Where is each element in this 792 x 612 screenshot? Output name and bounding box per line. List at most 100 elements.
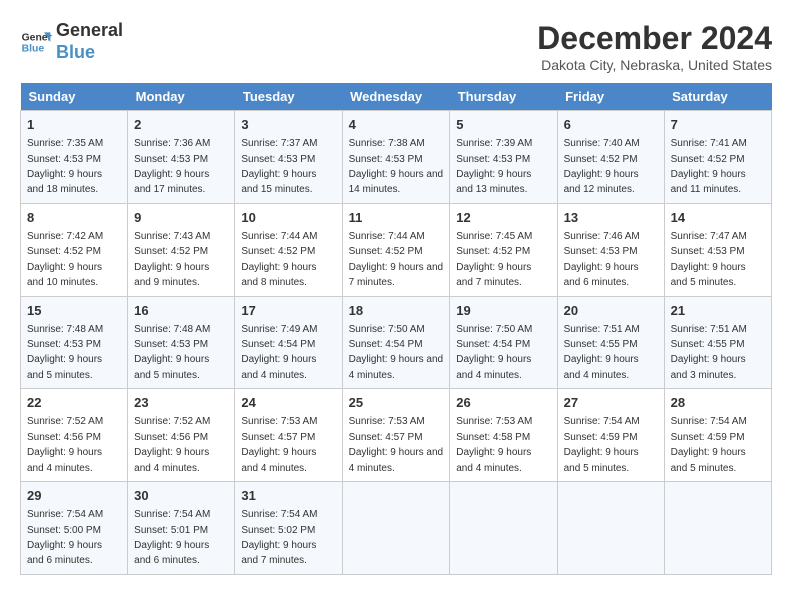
calendar-cell: 31 Sunrise: 7:54 AMSunset: 5:02 PMDaylig… — [235, 482, 342, 575]
calendar-cell: 3 Sunrise: 7:37 AMSunset: 4:53 PMDayligh… — [235, 111, 342, 204]
calendar-cell: 27 Sunrise: 7:54 AMSunset: 4:59 PMDaylig… — [557, 389, 664, 482]
location: Dakota City, Nebraska, United States — [537, 57, 772, 73]
calendar-cell: 9 Sunrise: 7:43 AMSunset: 4:52 PMDayligh… — [128, 203, 235, 296]
calendar-cell: 17 Sunrise: 7:49 AMSunset: 4:54 PMDaylig… — [235, 296, 342, 389]
day-number: 13 — [564, 209, 658, 227]
day-number: 23 — [134, 394, 228, 412]
logo-text: General Blue — [56, 20, 123, 63]
calendar-cell: 20 Sunrise: 7:51 AMSunset: 4:55 PMDaylig… — [557, 296, 664, 389]
day-info: Sunrise: 7:54 AMSunset: 5:02 PMDaylight:… — [241, 509, 317, 566]
calendar-cell: 24 Sunrise: 7:53 AMSunset: 4:57 PMDaylig… — [235, 389, 342, 482]
calendar-week-row: 15 Sunrise: 7:48 AMSunset: 4:53 PMDaylig… — [21, 296, 772, 389]
calendar-cell: 4 Sunrise: 7:38 AMSunset: 4:53 PMDayligh… — [342, 111, 450, 204]
calendar-cell: 6 Sunrise: 7:40 AMSunset: 4:52 PMDayligh… — [557, 111, 664, 204]
day-number: 21 — [671, 302, 765, 320]
calendar-cell: 26 Sunrise: 7:53 AMSunset: 4:58 PMDaylig… — [450, 389, 557, 482]
calendar-week-row: 22 Sunrise: 7:52 AMSunset: 4:56 PMDaylig… — [21, 389, 772, 482]
day-info: Sunrise: 7:48 AMSunset: 4:53 PMDaylight:… — [134, 324, 210, 381]
day-number: 31 — [241, 487, 335, 505]
calendar-cell: 28 Sunrise: 7:54 AMSunset: 4:59 PMDaylig… — [664, 389, 771, 482]
day-number: 25 — [349, 394, 444, 412]
calendar-header-row: SundayMondayTuesdayWednesdayThursdayFrid… — [21, 83, 772, 111]
day-number: 20 — [564, 302, 658, 320]
day-info: Sunrise: 7:46 AMSunset: 4:53 PMDaylight:… — [564, 231, 640, 288]
day-info: Sunrise: 7:41 AMSunset: 4:52 PMDaylight:… — [671, 138, 747, 195]
day-info: Sunrise: 7:38 AMSunset: 4:53 PMDaylight:… — [349, 138, 444, 195]
day-info: Sunrise: 7:51 AMSunset: 4:55 PMDaylight:… — [564, 324, 640, 381]
day-info: Sunrise: 7:39 AMSunset: 4:53 PMDaylight:… — [456, 138, 532, 195]
calendar-table: SundayMondayTuesdayWednesdayThursdayFrid… — [20, 83, 772, 575]
day-info: Sunrise: 7:44 AMSunset: 4:52 PMDaylight:… — [349, 231, 444, 288]
day-info: Sunrise: 7:48 AMSunset: 4:53 PMDaylight:… — [27, 324, 103, 381]
calendar-week-row: 29 Sunrise: 7:54 AMSunset: 5:00 PMDaylig… — [21, 482, 772, 575]
calendar-cell: 30 Sunrise: 7:54 AMSunset: 5:01 PMDaylig… — [128, 482, 235, 575]
calendar-week-row: 1 Sunrise: 7:35 AMSunset: 4:53 PMDayligh… — [21, 111, 772, 204]
col-header-wednesday: Wednesday — [342, 83, 450, 111]
day-number: 5 — [456, 116, 550, 134]
day-info: Sunrise: 7:35 AMSunset: 4:53 PMDaylight:… — [27, 138, 103, 195]
calendar-cell: 11 Sunrise: 7:44 AMSunset: 4:52 PMDaylig… — [342, 203, 450, 296]
day-number: 4 — [349, 116, 444, 134]
calendar-cell: 15 Sunrise: 7:48 AMSunset: 4:53 PMDaylig… — [21, 296, 128, 389]
logo: General Blue General Blue — [20, 20, 123, 63]
day-number: 1 — [27, 116, 121, 134]
day-info: Sunrise: 7:52 AMSunset: 4:56 PMDaylight:… — [134, 416, 210, 473]
calendar-week-row: 8 Sunrise: 7:42 AMSunset: 4:52 PMDayligh… — [21, 203, 772, 296]
day-info: Sunrise: 7:54 AMSunset: 5:01 PMDaylight:… — [134, 509, 210, 566]
day-number: 3 — [241, 116, 335, 134]
day-info: Sunrise: 7:53 AMSunset: 4:57 PMDaylight:… — [241, 416, 317, 473]
col-header-thursday: Thursday — [450, 83, 557, 111]
day-number: 10 — [241, 209, 335, 227]
calendar-cell: 10 Sunrise: 7:44 AMSunset: 4:52 PMDaylig… — [235, 203, 342, 296]
day-number: 14 — [671, 209, 765, 227]
calendar-cell: 1 Sunrise: 7:35 AMSunset: 4:53 PMDayligh… — [21, 111, 128, 204]
day-info: Sunrise: 7:50 AMSunset: 4:54 PMDaylight:… — [349, 324, 444, 381]
month-title: December 2024 — [537, 20, 772, 57]
svg-text:Blue: Blue — [22, 43, 45, 54]
day-info: Sunrise: 7:52 AMSunset: 4:56 PMDaylight:… — [27, 416, 103, 473]
calendar-cell — [450, 482, 557, 575]
calendar-cell: 21 Sunrise: 7:51 AMSunset: 4:55 PMDaylig… — [664, 296, 771, 389]
day-number: 24 — [241, 394, 335, 412]
day-info: Sunrise: 7:53 AMSunset: 4:57 PMDaylight:… — [349, 416, 444, 473]
day-number: 27 — [564, 394, 658, 412]
logo-icon: General Blue — [20, 26, 52, 58]
day-info: Sunrise: 7:54 AMSunset: 5:00 PMDaylight:… — [27, 509, 103, 566]
day-number: 17 — [241, 302, 335, 320]
day-info: Sunrise: 7:51 AMSunset: 4:55 PMDaylight:… — [671, 324, 747, 381]
day-info: Sunrise: 7:36 AMSunset: 4:53 PMDaylight:… — [134, 138, 210, 195]
day-number: 12 — [456, 209, 550, 227]
calendar-cell — [557, 482, 664, 575]
calendar-cell: 25 Sunrise: 7:53 AMSunset: 4:57 PMDaylig… — [342, 389, 450, 482]
day-number: 15 — [27, 302, 121, 320]
day-number: 16 — [134, 302, 228, 320]
calendar-cell: 14 Sunrise: 7:47 AMSunset: 4:53 PMDaylig… — [664, 203, 771, 296]
day-info: Sunrise: 7:40 AMSunset: 4:52 PMDaylight:… — [564, 138, 640, 195]
calendar-cell: 12 Sunrise: 7:45 AMSunset: 4:52 PMDaylig… — [450, 203, 557, 296]
title-block: December 2024 Dakota City, Nebraska, Uni… — [537, 20, 772, 73]
calendar-cell: 16 Sunrise: 7:48 AMSunset: 4:53 PMDaylig… — [128, 296, 235, 389]
day-number: 11 — [349, 209, 444, 227]
day-info: Sunrise: 7:43 AMSunset: 4:52 PMDaylight:… — [134, 231, 210, 288]
day-info: Sunrise: 7:45 AMSunset: 4:52 PMDaylight:… — [456, 231, 532, 288]
day-number: 7 — [671, 116, 765, 134]
day-number: 29 — [27, 487, 121, 505]
col-header-friday: Friday — [557, 83, 664, 111]
day-number: 8 — [27, 209, 121, 227]
col-header-saturday: Saturday — [664, 83, 771, 111]
day-info: Sunrise: 7:37 AMSunset: 4:53 PMDaylight:… — [241, 138, 317, 195]
calendar-cell: 22 Sunrise: 7:52 AMSunset: 4:56 PMDaylig… — [21, 389, 128, 482]
calendar-cell — [664, 482, 771, 575]
day-number: 22 — [27, 394, 121, 412]
col-header-monday: Monday — [128, 83, 235, 111]
calendar-cell: 13 Sunrise: 7:46 AMSunset: 4:53 PMDaylig… — [557, 203, 664, 296]
day-number: 2 — [134, 116, 228, 134]
calendar-cell: 8 Sunrise: 7:42 AMSunset: 4:52 PMDayligh… — [21, 203, 128, 296]
day-info: Sunrise: 7:54 AMSunset: 4:59 PMDaylight:… — [671, 416, 747, 473]
col-header-tuesday: Tuesday — [235, 83, 342, 111]
day-number: 26 — [456, 394, 550, 412]
day-info: Sunrise: 7:44 AMSunset: 4:52 PMDaylight:… — [241, 231, 317, 288]
day-info: Sunrise: 7:53 AMSunset: 4:58 PMDaylight:… — [456, 416, 532, 473]
calendar-cell: 2 Sunrise: 7:36 AMSunset: 4:53 PMDayligh… — [128, 111, 235, 204]
calendar-cell: 5 Sunrise: 7:39 AMSunset: 4:53 PMDayligh… — [450, 111, 557, 204]
